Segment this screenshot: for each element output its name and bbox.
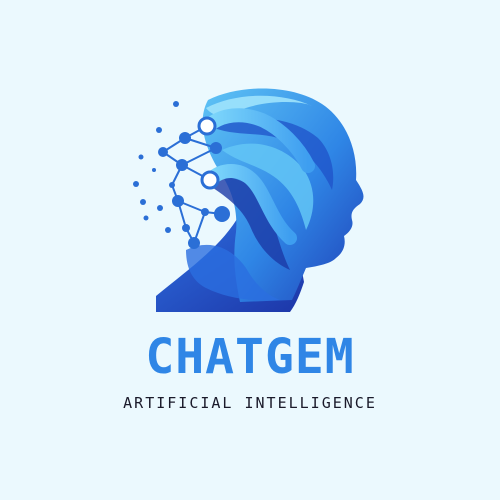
brand-name: CHATGEM [145,329,355,385]
ai-head-network-icon [133,88,364,312]
tagline: ARTIFICIAL INTELLIGENCE [123,394,377,412]
logo-canvas: CHATGEM ARTIFICIAL INTELLIGENCE [0,0,500,500]
